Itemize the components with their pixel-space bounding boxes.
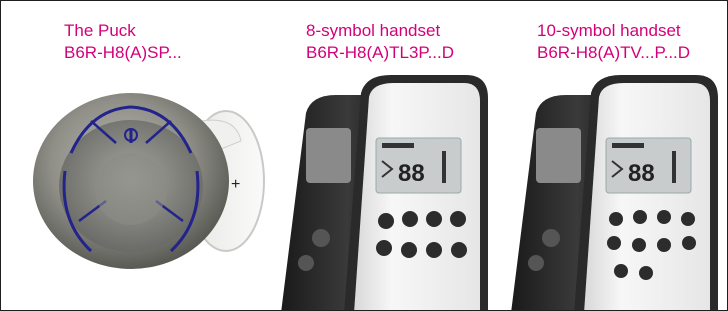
product-name: 8-symbol handset bbox=[306, 21, 441, 40]
puck-remote-icon: + bbox=[33, 93, 265, 269]
product-caption: 8-symbol handset B6R-H8(A)TL3P...D bbox=[306, 20, 454, 64]
product-code: B6R-H8(A)SP... bbox=[64, 43, 182, 62]
product-caption: 10-symbol handset B6R-H8(A)TV...P...D bbox=[537, 20, 690, 64]
handset-10-symbol-icon: 88 bbox=[511, 75, 718, 310]
handset-8-symbol-icon: 88 bbox=[281, 75, 488, 310]
product-panel: The Puck B6R-H8(A)SP... + 8-symbol hands… bbox=[0, 0, 728, 311]
lcd-digits: 88 bbox=[628, 160, 655, 187]
product-name: 10-symbol handset bbox=[537, 21, 681, 40]
product-code: B6R-H8(A)TV...P...D bbox=[537, 43, 691, 62]
product-name: The Puck bbox=[64, 21, 136, 40]
lcd-digits: 88 bbox=[398, 160, 425, 187]
product-caption: The Puck B6R-H8(A)SP... bbox=[64, 20, 182, 64]
plus-symbol: + bbox=[231, 176, 240, 193]
product-code: B6R-H8(A)TL3P...D bbox=[306, 43, 455, 62]
